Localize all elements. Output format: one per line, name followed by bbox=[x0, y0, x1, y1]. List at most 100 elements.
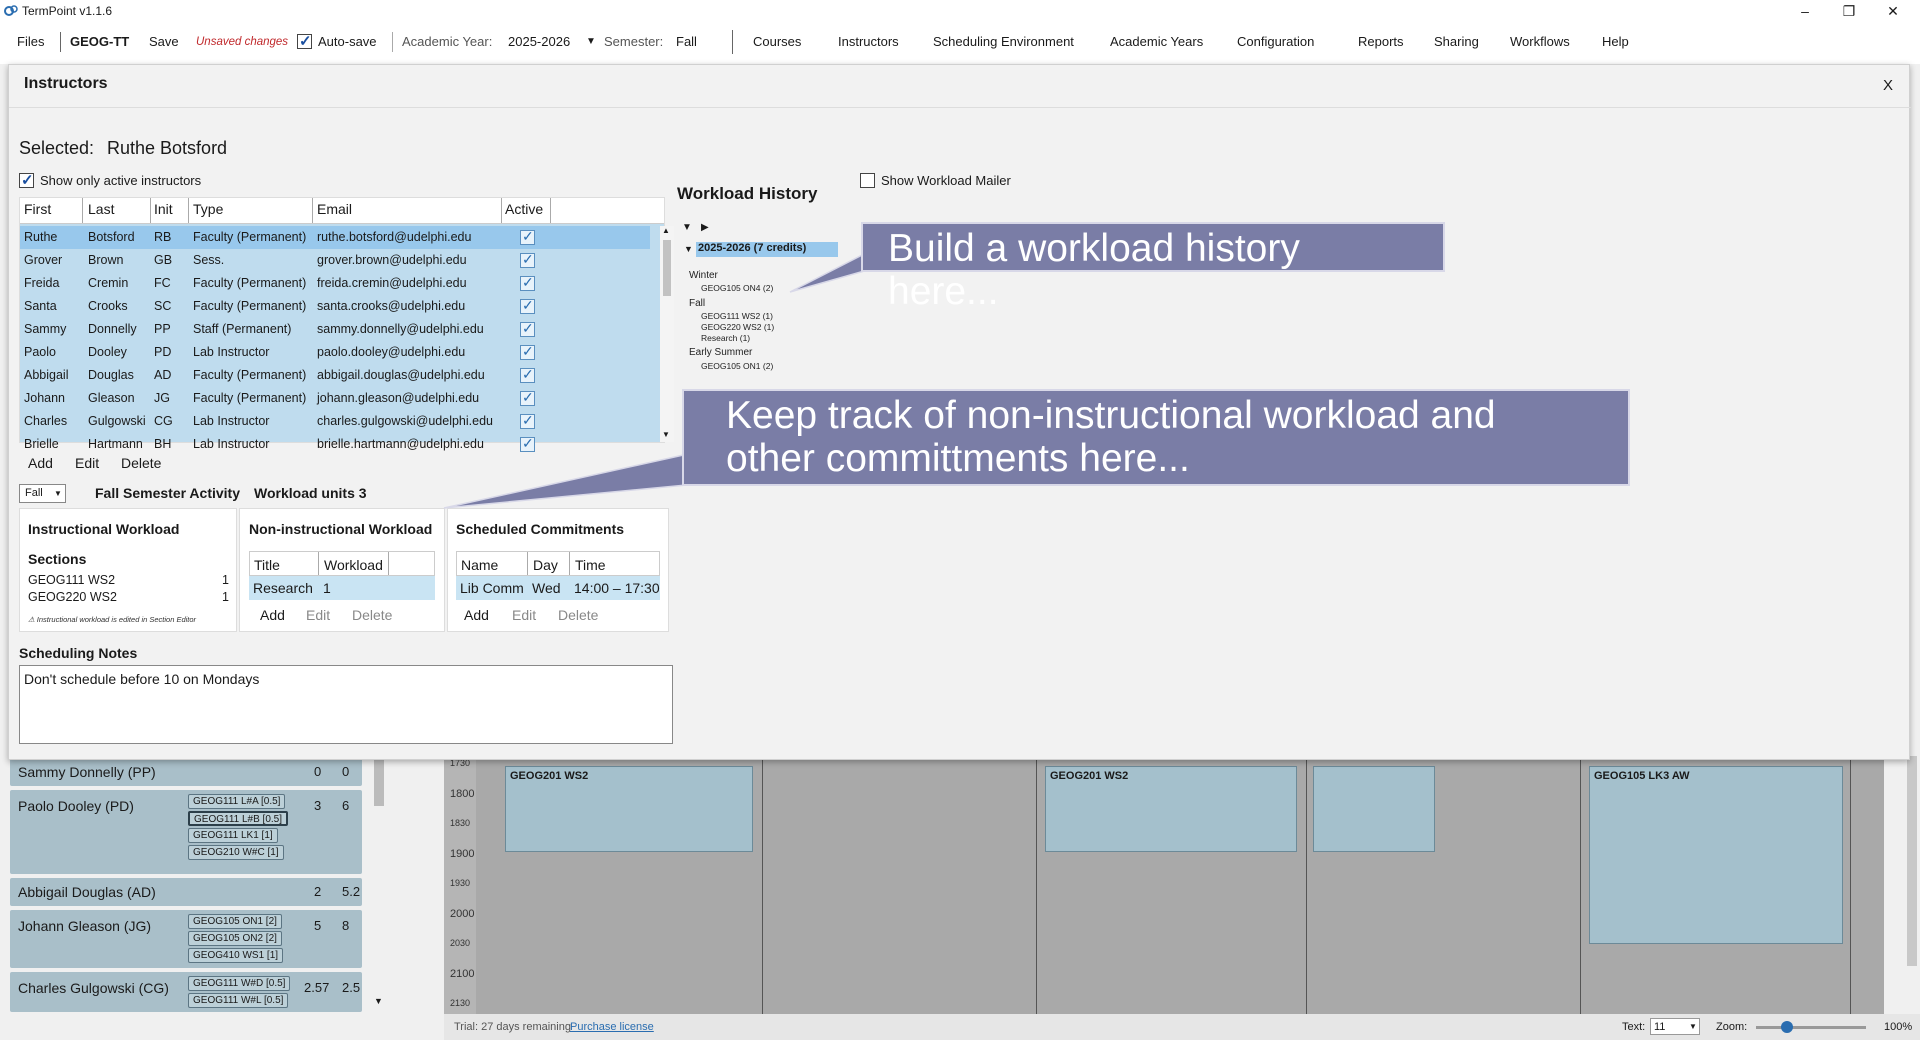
section-chip[interactable]: GEOG410 WS1 [1] bbox=[188, 948, 284, 963]
col-email[interactable]: Email bbox=[317, 201, 352, 217]
instructor-row[interactable]: Sammy Donnelly PP Staff (Permanent) sammy.do… bbox=[20, 318, 650, 341]
instructor-row[interactable]: Johann Gleason JG Faculty (Permanent) johann… bbox=[20, 387, 650, 410]
nav-academic-years[interactable]: Academic Years bbox=[1110, 34, 1203, 49]
section-chip[interactable]: GEOG210 W#C [1] bbox=[188, 845, 284, 860]
col-type[interactable]: Type bbox=[193, 201, 223, 217]
instructor-row[interactable]: Paolo Dooley PD Lab Instructor paolo.dooley@… bbox=[20, 341, 650, 364]
add-instructor-button[interactable]: Add bbox=[28, 455, 53, 471]
edit-workload-button[interactable]: Edit bbox=[306, 607, 330, 623]
show-active-checkbox[interactable] bbox=[19, 171, 34, 189]
minimize-button[interactable]: – bbox=[1782, 0, 1828, 22]
instructor-card[interactable]: Johann Gleason (JG) 5 8 GEOG105 ON1 [2] … bbox=[10, 910, 362, 968]
instructor-row[interactable]: Brielle Hartmann BH Lab Instructor brielle.h… bbox=[20, 433, 650, 456]
active-checkbox[interactable] bbox=[520, 412, 535, 429]
zoom-slider-handle[interactable] bbox=[1780, 1021, 1793, 1033]
add-commitment-button[interactable]: Add bbox=[464, 607, 489, 623]
close-window-button[interactable]: ✕ bbox=[1870, 0, 1916, 22]
col-time[interactable]: Time bbox=[575, 557, 606, 573]
instructor-row[interactable]: Grover Brown GB Sess. grover.brown@udelphi.e… bbox=[20, 249, 650, 272]
collapse-all-icon[interactable]: ▶ bbox=[701, 222, 709, 233]
active-checkbox[interactable] bbox=[520, 274, 535, 291]
autosave-checkbox[interactable] bbox=[297, 32, 312, 50]
workload-year-node[interactable]: 2025-2026 (7 credits) bbox=[696, 242, 838, 257]
chevron-down-icon[interactable]: ▼ bbox=[586, 36, 596, 47]
nav-courses[interactable]: Courses bbox=[753, 34, 801, 49]
active-checkbox[interactable] bbox=[520, 343, 535, 360]
nav-help[interactable]: Help bbox=[1602, 34, 1629, 49]
schedule-block[interactable]: GEOG105 LK3 AW bbox=[1589, 766, 1843, 944]
col-title[interactable]: Title bbox=[254, 557, 280, 573]
col-workload[interactable]: Workload bbox=[324, 557, 383, 573]
instructor-card[interactable]: Paolo Dooley (PD) 3 6 GEOG111 L#A [0.5] … bbox=[10, 790, 362, 874]
col-last[interactable]: Last bbox=[88, 201, 114, 217]
schedule-block[interactable]: GEOG201 WS2 bbox=[505, 766, 753, 852]
tree-expand-icon[interactable]: ▼ bbox=[684, 244, 693, 254]
nav-configuration[interactable]: Configuration bbox=[1237, 34, 1314, 49]
scheduling-notes-textarea[interactable]: Don't schedule before 10 on Mondays bbox=[19, 665, 673, 744]
semester-value[interactable]: Fall bbox=[676, 34, 697, 49]
delete-instructor-button[interactable]: Delete bbox=[121, 455, 161, 471]
schedule-block[interactable]: GEOG201 WS2 bbox=[1045, 766, 1297, 852]
purchase-license-link[interactable]: Purchase license bbox=[570, 1021, 654, 1033]
active-checkbox[interactable] bbox=[520, 297, 535, 314]
active-checkbox[interactable] bbox=[520, 366, 535, 383]
academic-year-select[interactable]: 2025-2026 bbox=[508, 34, 570, 49]
scroll-down-icon[interactable]: ▼ bbox=[662, 430, 670, 439]
active-checkbox[interactable] bbox=[520, 435, 535, 452]
instructor-row[interactable]: Santa Crooks SC Faculty (Permanent) santa.cr… bbox=[20, 295, 650, 318]
instructor-row[interactable]: Abbigail Douglas AD Faculty (Permanent) abbi… bbox=[20, 364, 650, 387]
expand-all-icon[interactable]: ▼ bbox=[682, 222, 692, 233]
instructor-row[interactable]: Charles Gulgowski CG Lab Instructor charles.… bbox=[20, 410, 650, 433]
list-scrollbar-thumb[interactable] bbox=[374, 756, 384, 806]
nav-instructors[interactable]: Instructors bbox=[838, 34, 899, 49]
section-chip[interactable]: GEOG105 ON1 [2] bbox=[188, 914, 282, 929]
nav-scheduling-environment[interactable]: Scheduling Environment bbox=[933, 34, 1074, 49]
restore-button[interactable]: ❐ bbox=[1826, 0, 1872, 22]
zoom-slider[interactable] bbox=[1756, 1021, 1866, 1033]
col-name[interactable]: Name bbox=[461, 557, 498, 573]
dialog-close-button[interactable]: X bbox=[1883, 77, 1893, 94]
table-row[interactable]: Lib Comm Wed 14:00 – 17:30 bbox=[456, 576, 660, 600]
active-checkbox[interactable] bbox=[520, 228, 535, 245]
instructor-row[interactable]: Freida Cremin FC Faculty (Permanent) freida.… bbox=[20, 272, 650, 295]
nav-sharing[interactable]: Sharing bbox=[1434, 34, 1479, 49]
section-chip[interactable]: GEOG111 W#D [0.5] bbox=[188, 976, 291, 991]
schedule-block[interactable] bbox=[1313, 766, 1435, 852]
section-chip[interactable]: GEOG105 ON2 [2] bbox=[188, 931, 282, 946]
instructional-note: ⚠ Instructional workload is edited in Se… bbox=[28, 615, 197, 624]
col-active[interactable]: Active bbox=[505, 201, 543, 217]
semester-filter-select[interactable]: Fall ▼ bbox=[19, 484, 66, 503]
grid-scrollbar[interactable] bbox=[1907, 756, 1917, 966]
section-chip[interactable]: GEOG111 LK1 [1] bbox=[188, 828, 278, 843]
active-checkbox[interactable] bbox=[520, 320, 535, 337]
edit-commitment-button[interactable]: Edit bbox=[512, 607, 536, 623]
instructor-card[interactable]: Sammy Donnelly (PP) 0 0 bbox=[10, 758, 362, 786]
instructor-card[interactable]: Abbigail Douglas (AD) 2 5.2 bbox=[10, 878, 362, 906]
table-scrollbar[interactable]: ▲ ▼ bbox=[660, 226, 674, 442]
scroll-up-icon[interactable]: ▲ bbox=[662, 226, 670, 235]
text-size-select[interactable]: 11 ▼ bbox=[1650, 1018, 1700, 1035]
nav-reports[interactable]: Reports bbox=[1358, 34, 1404, 49]
show-mailer-checkbox[interactable] bbox=[860, 173, 875, 188]
col-day[interactable]: Day bbox=[533, 557, 558, 573]
section-chip[interactable]: GEOG111 L#B [0.5] bbox=[188, 811, 289, 826]
instructor-row[interactable]: Ruthe Botsford RB Faculty (Permanent) ruthe.… bbox=[20, 226, 650, 249]
scroll-down-icon[interactable]: ▼ bbox=[374, 996, 383, 1006]
active-checkbox[interactable] bbox=[520, 389, 535, 406]
table-row[interactable]: Research 1 bbox=[249, 576, 435, 600]
col-first[interactable]: First bbox=[24, 201, 51, 217]
delete-workload-button[interactable]: Delete bbox=[352, 607, 392, 623]
instructor-card[interactable]: Charles Gulgowski (CG) 2.57 2.5 GEOG111 … bbox=[10, 972, 362, 1012]
nav-workflows[interactable]: Workflows bbox=[1510, 34, 1570, 49]
delete-commitment-button[interactable]: Delete bbox=[558, 607, 598, 623]
col-init[interactable]: Init bbox=[154, 201, 173, 217]
table-scrollbar-thumb[interactable] bbox=[663, 240, 671, 296]
section-chip[interactable]: GEOG111 L#A [0.5] bbox=[188, 794, 286, 809]
menu-files[interactable]: Files bbox=[17, 34, 44, 49]
add-workload-button[interactable]: Add bbox=[260, 607, 285, 623]
edit-instructor-button[interactable]: Edit bbox=[75, 455, 99, 471]
menu-save[interactable]: Save bbox=[149, 34, 179, 49]
active-checkbox[interactable] bbox=[520, 251, 535, 268]
section-chip[interactable]: GEOG111 W#L [0.5] bbox=[188, 993, 289, 1008]
cell-last: Botsford bbox=[88, 230, 135, 244]
